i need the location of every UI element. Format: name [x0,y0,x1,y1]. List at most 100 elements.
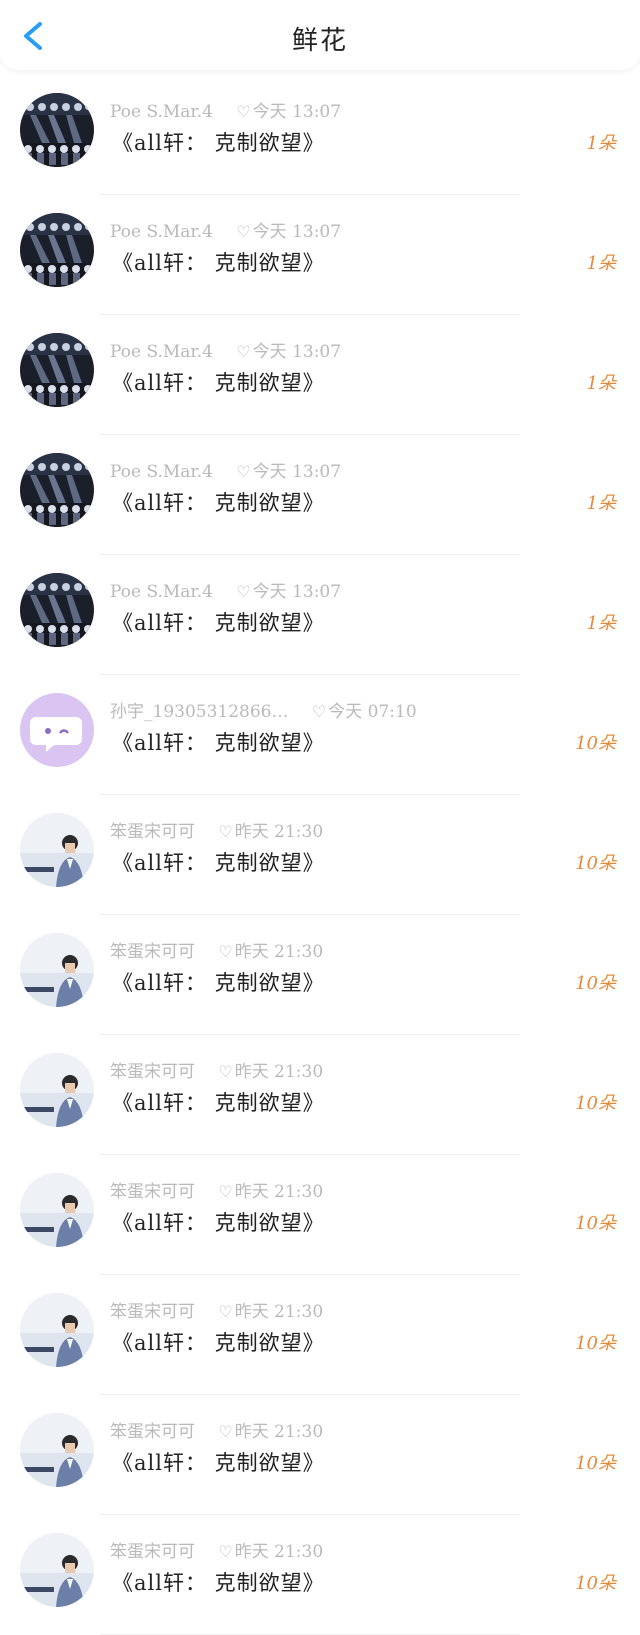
list-item[interactable]: 笨蛋宋可可 ♡ 昨天 21:30 《all轩： 克制欲望》 10朵 [0,1035,640,1155]
timestamp: ♡ 昨天 21:30 [218,1422,324,1442]
username[interactable]: 笨蛋宋可可 [110,942,195,962]
list-item[interactable]: 笨蛋宋可可 ♡ 昨天 21:30 《all轩： 克制欲望》 10朵 [0,1395,640,1515]
heart-icon: ♡ [218,1302,233,1321]
item-meta: 笨蛋宋可可 ♡ 昨天 21:30 [110,937,323,962]
list-item[interactable]: 笨蛋宋可可 ♡ 昨天 21:30 《all轩： 克制欲望》 10朵 [0,1155,640,1275]
list-item[interactable]: Poe S.Mar.4 ♡ 今天 13:07 《all轩： 克制欲望》 1朵 [0,555,640,675]
username[interactable]: 笨蛋宋可可 [110,1302,195,1322]
avatar[interactable] [20,693,94,767]
list-item[interactable]: Poe S.Mar.4 ♡ 今天 13:07 《all轩： 克制欲望》 1朵 [0,435,640,555]
timestamp: ♡ 今天 13:07 [236,102,342,122]
item-meta: 孙宇_19305312866… ♡ 今天 07:10 [110,697,417,722]
flower-count: 10朵 [575,1453,616,1474]
list-item[interactable]: Poe S.Mar.4 ♡ 今天 13:07 《all轩： 克制欲望》 1朵 [0,75,640,195]
username[interactable]: Poe S.Mar.4 [110,582,213,602]
username[interactable]: Poe S.Mar.4 [110,462,213,482]
list-item[interactable]: 笨蛋宋可可 ♡ 昨天 21:30 《all轩： 克制欲望》 10朵 [0,915,640,1035]
username[interactable]: 笨蛋宋可可 [110,1422,195,1442]
flower-count: 10朵 [575,853,616,874]
timestamp: ♡ 昨天 21:30 [218,822,324,842]
heart-icon: ♡ [236,342,251,361]
item-meta: 笨蛋宋可可 ♡ 昨天 21:30 [110,1057,323,1082]
flower-count: 10朵 [575,1333,616,1354]
list-item[interactable]: Poe S.Mar.4 ♡ 今天 13:07 《all轩： 克制欲望》 1朵 [0,315,640,435]
list-item[interactable]: Poe S.Mar.4 ♡ 今天 13:07 《all轩： 克制欲望》 1朵 [0,195,640,315]
timestamp: ♡ 今天 07:10 [311,702,417,722]
work-title[interactable]: 《all轩： 克制欲望》 [112,1327,325,1357]
flower-count: 10朵 [575,1213,616,1234]
username[interactable]: Poe S.Mar.4 [110,222,213,242]
work-title[interactable]: 《all轩： 克制欲望》 [112,487,325,517]
heart-icon: ♡ [218,942,233,961]
username[interactable]: Poe S.Mar.4 [110,102,213,122]
work-title[interactable]: 《all轩： 克制欲望》 [112,127,325,157]
list-item[interactable]: 孙宇_19305312866… ♡ 今天 07:10 《all轩： 克制欲望》 1… [0,675,640,795]
top-bar: 鲜花 [0,0,640,70]
flower-count: 1朵 [586,493,616,514]
avatar[interactable] [20,333,94,407]
item-meta: 笨蛋宋可可 ♡ 昨天 21:30 [110,1297,323,1322]
timestamp: ♡ 昨天 21:30 [218,942,324,962]
item-meta: Poe S.Mar.4 ♡ 今天 13:07 [110,97,341,122]
heart-icon: ♡ [236,222,251,241]
timestamp: ♡ 昨天 21:30 [218,1062,324,1082]
flower-count: 10朵 [575,733,616,754]
item-meta: 笨蛋宋可可 ♡ 昨天 21:30 [110,1177,323,1202]
heart-icon: ♡ [236,462,251,481]
work-title[interactable]: 《all轩： 克制欲望》 [112,967,325,997]
timestamp: ♡ 昨天 21:30 [218,1302,324,1322]
work-title[interactable]: 《all轩： 克制欲望》 [112,1567,325,1597]
timestamp: ♡ 今天 13:07 [236,582,342,602]
username[interactable]: 笨蛋宋可可 [110,1182,195,1202]
item-meta: 笨蛋宋可可 ♡ 昨天 21:30 [110,1417,323,1442]
heart-icon: ♡ [311,702,327,721]
work-title[interactable]: 《all轩： 克制欲望》 [112,1447,325,1477]
timestamp: ♡ 今天 13:07 [236,342,342,362]
timestamp: ♡ 今天 13:07 [236,462,342,482]
avatar[interactable] [20,1413,94,1487]
item-meta: Poe S.Mar.4 ♡ 今天 13:07 [110,577,341,602]
username[interactable]: Poe S.Mar.4 [110,342,213,362]
timestamp: ♡ 今天 13:07 [236,222,342,242]
heart-icon: ♡ [218,822,233,841]
avatar[interactable] [20,1053,94,1127]
avatar[interactable] [20,1533,94,1607]
flower-count: 1朵 [586,133,616,154]
username[interactable]: 孙宇_19305312866… [110,702,288,722]
flower-count: 10朵 [575,1093,616,1114]
flower-count: 10朵 [575,1573,616,1594]
timestamp: ♡ 昨天 21:30 [218,1182,324,1202]
work-title[interactable]: 《all轩： 克制欲望》 [112,1207,325,1237]
avatar[interactable] [20,93,94,167]
item-meta: 笨蛋宋可可 ♡ 昨天 21:30 [110,1537,323,1562]
work-title[interactable]: 《all轩： 克制欲望》 [112,367,325,397]
username[interactable]: 笨蛋宋可可 [110,1542,195,1562]
work-title[interactable]: 《all轩： 克制欲望》 [112,1087,325,1117]
item-meta: Poe S.Mar.4 ♡ 今天 13:07 [110,457,341,482]
page-title: 鲜花 [291,26,348,56]
avatar[interactable] [20,573,94,647]
work-title[interactable]: 《all轩： 克制欲望》 [112,727,325,757]
list-item[interactable]: 笨蛋宋可可 ♡ 昨天 21:30 《all轩： 克制欲望》 10朵 [0,795,640,915]
avatar[interactable] [20,1173,94,1247]
username[interactable]: 笨蛋宋可可 [110,822,195,842]
avatar[interactable] [20,813,94,887]
item-meta: Poe S.Mar.4 ♡ 今天 13:07 [110,337,341,362]
flower-count: 1朵 [586,613,616,634]
work-title[interactable]: 《all轩： 克制欲望》 [112,247,325,277]
avatar[interactable] [20,1293,94,1367]
list-item[interactable]: 笨蛋宋可可 ♡ 昨天 21:30 《all轩： 克制欲望》 10朵 [0,1275,640,1395]
avatar[interactable] [20,453,94,527]
username[interactable]: 笨蛋宋可可 [110,1062,195,1082]
heart-icon: ♡ [218,1422,233,1441]
work-title[interactable]: 《all轩： 克制欲望》 [112,847,325,877]
item-meta: Poe S.Mar.4 ♡ 今天 13:07 [110,217,341,242]
avatar[interactable] [20,213,94,287]
list-item[interactable]: 笨蛋宋可可 ♡ 昨天 21:30 《all轩： 克制欲望》 10朵 [0,1515,640,1635]
flower-count: 1朵 [586,373,616,394]
item-meta: 笨蛋宋可可 ♡ 昨天 21:30 [110,817,323,842]
avatar[interactable] [20,933,94,1007]
heart-icon: ♡ [218,1062,233,1081]
work-title[interactable]: 《all轩： 克制欲望》 [112,607,325,637]
heart-icon: ♡ [218,1542,233,1561]
